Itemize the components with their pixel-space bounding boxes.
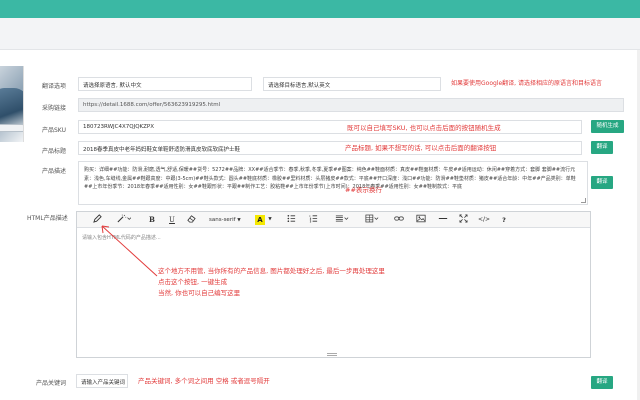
sku-note: 既可以自己填写SKU, 也可以点击后面的按钮随机生成 — [347, 124, 501, 132]
table-icon[interactable] — [363, 214, 381, 226]
editor-note-line2: 点击这个按钮, 一键生成 — [158, 278, 228, 286]
description-resize-handle[interactable] — [581, 198, 586, 203]
caret-down-icon: ▼ — [237, 218, 241, 223]
magic-wand-icon[interactable] — [115, 214, 133, 226]
underline-button[interactable]: U — [167, 214, 177, 226]
description-note: ##表示换行 — [345, 186, 382, 194]
color-caret-down-icon[interactable]: ▼ — [267, 214, 273, 226]
bold-button[interactable]: B — [147, 214, 157, 226]
numbered-list-icon[interactable] — [307, 214, 319, 226]
product-image[interactable] — [0, 66, 24, 142]
editor-note-line3: 当然, 你也可以自己编写这里 — [158, 289, 241, 297]
keywords-label: 产品关键词 — [36, 380, 67, 387]
html-description-editor[interactable]: B U sans-serif ▼ A ▼ </> ? 请输入包含HTML代码的产… — [76, 211, 591, 358]
editor-toolbar: B U sans-serif ▼ A ▼ </> ? — [77, 212, 590, 228]
sku-field[interactable]: 180723RWJC4X7QJQKZPX — [78, 120, 582, 134]
shoe-sole — [0, 124, 23, 132]
code-view-button[interactable]: </> — [477, 214, 491, 226]
translate-label: 翻译选项 — [42, 83, 67, 90]
font-family-select[interactable]: sans-serif ▼ — [209, 215, 245, 225]
translate-title-button[interactable]: 翻译 — [591, 141, 613, 154]
source-language-select[interactable]: 请选择原语言, 默认中文 — [78, 77, 252, 91]
bullet-list-icon[interactable] — [285, 214, 297, 226]
translate-description-button[interactable]: 翻译 — [591, 176, 613, 189]
sku-label: 产品SKU — [42, 127, 66, 134]
keywords-note: 产品关键词, 多个词之间用 空格 或者逗号隔开 — [138, 377, 270, 385]
shoe-picture — [0, 88, 23, 128]
target-language-select[interactable]: 请选择目标语言,默认英文 — [263, 77, 441, 91]
translate-keywords-button[interactable]: 翻译 — [591, 376, 613, 389]
top-header-bar — [0, 0, 640, 18]
translate-note: 如果要使用Google翻译, 请选择相应的原语言和目标语言 — [451, 80, 602, 87]
link-icon[interactable] — [393, 214, 405, 226]
font-family-value: sans-serif — [209, 217, 236, 223]
fullscreen-icon[interactable] — [457, 214, 469, 226]
description-textarea[interactable]: 购买：详细##功能：防滑,耐磨,透气,舒适,保暖##货号：5272##品牌：XX… — [78, 161, 588, 205]
sub-header-bar — [0, 18, 640, 50]
html-description-label: HTML产品描述 — [27, 215, 68, 222]
paragraph-align-icon[interactable] — [333, 214, 351, 226]
image-icon[interactable] — [415, 214, 427, 226]
help-button[interactable]: ? — [499, 214, 509, 226]
title-field[interactable]: 2018春季真皮中老年妈妈鞋女单鞋舒适防滑真皮软底软底护士鞋 — [78, 141, 582, 155]
keywords-input[interactable]: 请输入产品关键词 — [76, 374, 128, 388]
title-note: 产品标题, 如果不想写的话, 可以点击后面的翻译按钮 — [345, 144, 497, 152]
horizontal-rule-icon[interactable] — [437, 214, 449, 226]
description-label: 产品描述 — [42, 168, 67, 175]
source-link-field[interactable]: https://detail.1688.com/offer/5636239192… — [78, 98, 624, 112]
description-text: 购买：详细##功能：防滑,耐磨,透气,舒适,保暖##货号：5272##品牌：XX… — [84, 167, 576, 190]
editor-placeholder: 请输入包含HTML代码的产品描述... — [82, 235, 161, 241]
eraser-icon[interactable] — [185, 214, 197, 226]
editor-resize-handle[interactable] — [327, 353, 337, 356]
random-sku-button[interactable]: 随机生成 — [591, 120, 624, 133]
source-link-label: 采购链接 — [42, 105, 67, 112]
title-label: 产品标题 — [42, 148, 67, 155]
text-color-button[interactable]: A — [255, 215, 265, 225]
pencil-icon[interactable] — [91, 214, 103, 226]
editor-note-line1: 这个地方不用管, 当你所有的产品信息, 图片都处理好之后, 最后一步再处理这里 — [158, 267, 385, 275]
